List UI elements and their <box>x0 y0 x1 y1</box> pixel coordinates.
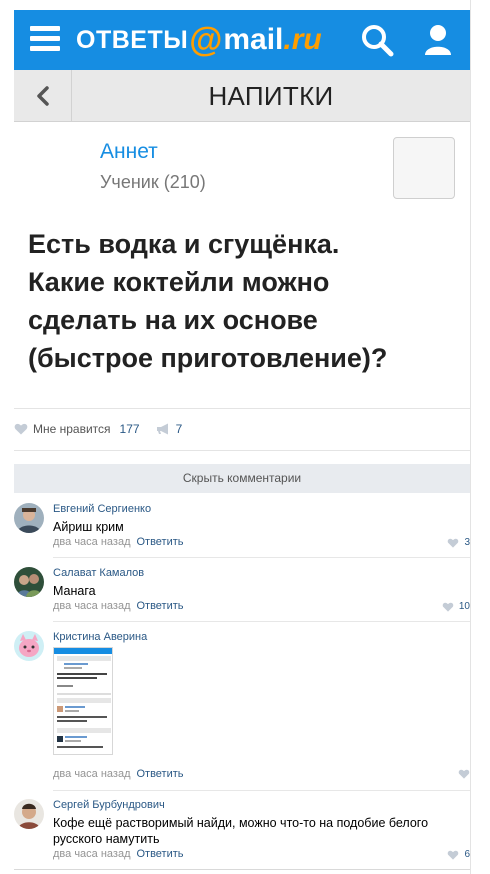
reply-link[interactable]: Ответить <box>136 600 183 612</box>
comment: Евгений Сергиенко Айриш крим два часа на… <box>14 503 470 553</box>
comment-like-button[interactable]: 6 <box>447 849 470 860</box>
app-header: ОТВЕТЫ @ mail .ru <box>14 10 470 70</box>
share-count: 7 <box>175 422 183 436</box>
comment-author[interactable]: Евгений Сергиенко <box>53 503 151 515</box>
comment-meta: два часа назад Ответить <box>53 848 184 860</box>
comment-text: Айриш крим <box>53 520 124 534</box>
comment-author[interactable]: Салават Камалов <box>53 567 144 579</box>
heart-icon <box>448 538 459 548</box>
question-title: Есть водка и сгущёнка. Какие коктейли мо… <box>28 225 448 377</box>
reply-link[interactable]: Ответить <box>136 848 183 860</box>
category-bar: НАПИТКИ <box>14 70 470 122</box>
post-actions: Мне нравится 177 7 <box>14 420 182 438</box>
logo-mail: mail <box>223 23 284 56</box>
question-line: (быстрое приготовление)? <box>28 343 388 373</box>
question-line: сделать на их основе <box>28 305 318 335</box>
reply-link[interactable]: Ответить <box>136 536 183 548</box>
hide-comments-button[interactable]: Скрыть комментарии <box>14 464 470 493</box>
divider <box>53 557 470 558</box>
comment-text-line: русского намутить <box>53 832 160 846</box>
divider <box>14 869 470 870</box>
logo-word: ОТВЕТЫ <box>76 25 189 54</box>
question-line: Есть водка и сгущёнка. <box>28 229 340 259</box>
comment: Сергей Бурбундрович Кофе ещё растворимый… <box>14 799 470 864</box>
menu-icon[interactable] <box>30 26 60 52</box>
avatar[interactable] <box>14 567 44 597</box>
page-margin-left <box>0 0 14 874</box>
comment-meta: два часа назад Ответить <box>53 536 184 548</box>
avatar[interactable] <box>14 799 44 829</box>
divider <box>53 790 470 791</box>
logo-domain: .ru <box>283 23 322 56</box>
heart-icon <box>14 423 28 435</box>
divider <box>14 408 470 409</box>
divider <box>53 621 470 622</box>
heart-icon <box>442 602 454 612</box>
comment-like-count: 3 <box>464 537 470 548</box>
user-profile-icon[interactable] <box>420 22 456 58</box>
comment-like-count: 6 <box>464 849 470 860</box>
comment-author[interactable]: Кристина Аверина <box>53 631 147 643</box>
comment-text-line: Кофе ещё растворимый найди, можно что-то… <box>53 816 429 830</box>
heart-icon <box>448 850 459 860</box>
comment-author[interactable]: Сергей Бурбундрович <box>53 799 165 811</box>
avatar[interactable] <box>14 503 44 533</box>
author-rank: Ученик (210) <box>100 172 206 192</box>
author-avatar[interactable] <box>393 137 455 199</box>
avatar[interactable] <box>14 631 44 661</box>
comment-meta: два часа назад Ответить <box>53 768 184 780</box>
comment-time: два часа назад <box>53 536 131 548</box>
comment-time: два часа назад <box>53 600 131 612</box>
question-line: Какие коктейли можно <box>28 267 330 297</box>
category-title: НАПИТКИ <box>208 81 334 111</box>
logo[interactable]: ОТВЕТЫ @ mail .ru <box>76 22 322 58</box>
comment-like-button[interactable]: 10 <box>442 601 470 612</box>
comment-like-button[interactable]: 3 <box>447 537 470 548</box>
comment-text: Кофе ещё растворимый найди, можно что-то… <box>53 815 428 847</box>
like-label: Мне нравится <box>33 422 111 436</box>
chevron-left-icon <box>36 86 49 106</box>
reply-link[interactable]: Ответить <box>136 768 183 780</box>
comment-meta: два часа назад Ответить <box>53 600 184 612</box>
comment-time: два часа назад <box>53 768 131 780</box>
logo-at-sign: @ <box>189 21 223 59</box>
comment-like-count: 10 <box>458 601 470 612</box>
heart-icon <box>458 769 470 779</box>
comment-time: два часа назад <box>53 848 131 860</box>
comment: Салават Камалов Манага два часа назад Отв… <box>14 567 470 617</box>
megaphone-icon <box>156 423 168 435</box>
comment: Кристина Аверина два часа назад Ответить <box>14 631 470 786</box>
attached-screenshot-image[interactable] <box>53 647 113 755</box>
like-count: 177 <box>119 422 140 436</box>
like-button[interactable]: Мне нравится 177 <box>14 422 140 436</box>
comment-like-button[interactable] <box>458 769 470 779</box>
page-margin-right <box>470 0 490 874</box>
divider <box>14 450 470 451</box>
author-name[interactable]: Аннет <box>100 140 158 164</box>
comment-text: Манага <box>53 584 96 598</box>
share-button[interactable]: 7 <box>156 422 183 436</box>
search-icon[interactable] <box>359 22 395 58</box>
back-button[interactable] <box>14 70 72 122</box>
